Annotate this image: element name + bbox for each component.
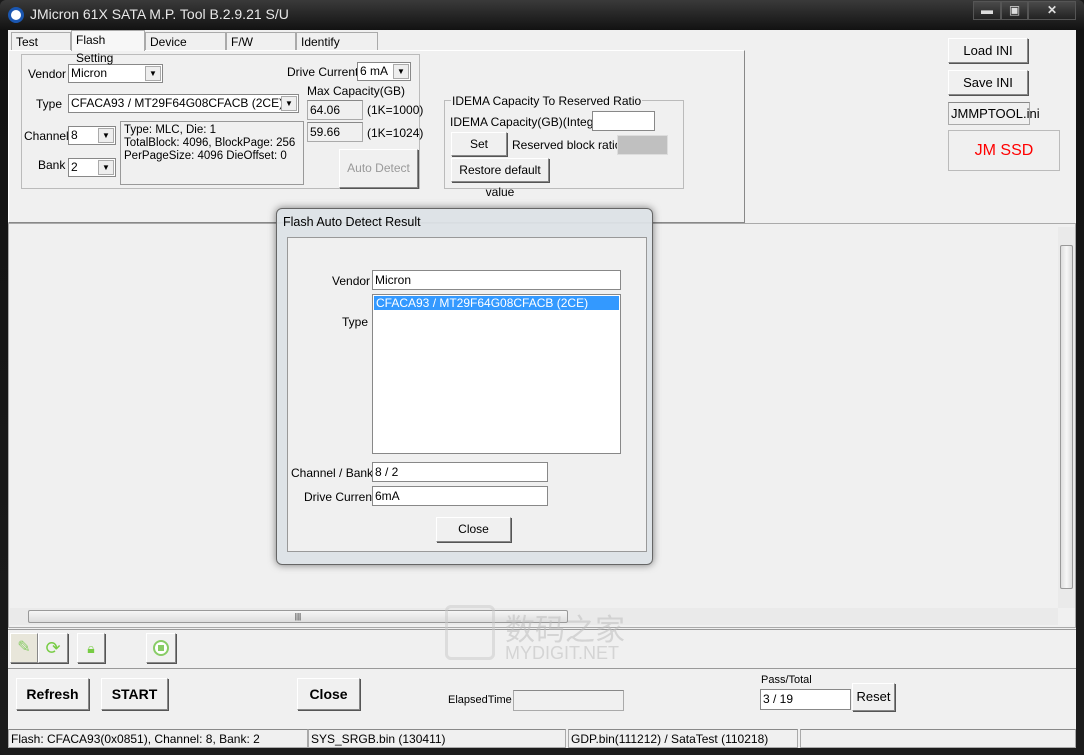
auto-detect-button[interactable]: Auto Detect	[339, 149, 418, 188]
type-list-item[interactable]: CFACA93 / MT29F64G08CFACB (2CE)	[374, 296, 619, 310]
status-sys-bin: SYS_SRGB.bin (130411)	[308, 729, 566, 748]
info-line: TotalBlock: 4096, BlockPage: 256	[124, 137, 296, 149]
load-ini-button[interactable]: Load INI	[948, 38, 1028, 63]
channel-label: Channel	[24, 129, 69, 143]
save-ini-button[interactable]: Save INI	[948, 70, 1028, 95]
close-button[interactable]: Close	[297, 678, 360, 710]
bank-select[interactable]: 2 ▼	[68, 158, 116, 177]
window-title: JMicron 61X SATA M.P. Tool B.2.9.21 S/U	[30, 6, 289, 22]
idema-capacity-input[interactable]	[592, 111, 655, 131]
info-line: PerPageSize: 4096 DieOffset: 0	[124, 150, 287, 162]
bank-value: 2	[71, 160, 78, 174]
auto-detect-dialog: Flash Auto Detect Result Vendor Micron T…	[276, 208, 653, 565]
chevron-down-icon: ▼	[98, 128, 114, 143]
restore-default-button[interactable]: Restore default value	[451, 158, 549, 199]
dialog-type-list[interactable]: CFACA93 / MT29F64G08CFACB (2CE)	[372, 294, 621, 454]
status-flash: Flash: CFACA93(0x0851), Channel: 8, Bank…	[8, 729, 308, 748]
minimize-button[interactable]: ▬	[973, 1, 1001, 20]
tab-flash-setting[interactable]: Flash Setting	[71, 30, 145, 65]
dialog-type-label: Type	[342, 315, 369, 329]
app-icon	[8, 7, 24, 23]
vendor-value: Micron	[71, 66, 108, 80]
tab-device-setting[interactable]: Device Setting	[145, 32, 226, 67]
status-gdp-bin: GDP.bin(111212) / SataTest (110218)	[568, 729, 798, 748]
reserved-ratio-label: Reserved block ratio	[512, 138, 622, 152]
type-select[interactable]: CFACA93 / MT29F64G08CFACB (2CE) ▼	[68, 94, 299, 113]
chevron-down-icon: ▼	[393, 64, 409, 79]
type-label: Type	[36, 97, 63, 111]
tab-fw-setting[interactable]: F/W Setting	[226, 32, 296, 67]
chevron-down-icon: ▼	[145, 66, 161, 81]
channel-select[interactable]: 8 ▼	[68, 126, 116, 145]
chevron-down-icon: ▼	[98, 160, 114, 175]
dialog-close-button[interactable]: Close	[436, 517, 511, 542]
vertical-scroll-thumb[interactable]	[1060, 245, 1073, 589]
reset-button[interactable]: Reset	[852, 683, 895, 711]
dialog-title: Flash Auto Detect Result	[283, 215, 421, 229]
ini-file-field: JMMPTOOL.ini	[948, 102, 1040, 125]
tab-test-items[interactable]: Test Items	[11, 32, 71, 67]
reserved-ratio-field	[617, 135, 668, 155]
pin-icon[interactable]: ✎	[10, 633, 38, 663]
elapsed-time-label: ElapsedTime	[448, 694, 512, 706]
refresh-icon[interactable]: ⟳	[38, 633, 68, 663]
bank-label: Bank	[38, 158, 66, 172]
idema-capacity-label: IDEMA Capacity(GB)(Integer)	[450, 115, 609, 129]
maximize-button[interactable]: ▣	[1001, 1, 1028, 20]
stop-icon[interactable]	[146, 633, 176, 663]
capacity-1024-unit: (1K=1024)	[367, 126, 424, 140]
status-empty	[800, 729, 1076, 748]
elapsed-time-field	[513, 690, 624, 711]
tab-identify-setting[interactable]: Identify Setting	[296, 32, 378, 67]
capacity-1024-field: 59.66	[307, 122, 363, 142]
idema-group-title: IDEMA Capacity To Reserved Ratio	[451, 94, 643, 108]
pass-total-label: Pass/Total	[761, 674, 812, 686]
brand-label: JM SSD	[948, 130, 1060, 171]
capacity-1000-unit: (1K=1000)	[367, 103, 424, 117]
close-window-button[interactable]: ✕	[1028, 1, 1076, 20]
flash-info-box: Type: MLC, Die: 1 TotalBlock: 4096, Bloc…	[120, 121, 304, 185]
dialog-drive-field: 6mA	[372, 486, 548, 506]
dialog-chbank-label: Channel / Bank	[291, 466, 374, 480]
set-button[interactable]: Set	[451, 132, 507, 156]
max-capacity-label: Max Capacity(GB)	[307, 84, 406, 98]
lock-icon[interactable]: 🔒︎	[77, 633, 105, 663]
dialog-vendor-field: Micron	[372, 270, 621, 290]
drive-current-select[interactable]: 6 mA ▼	[357, 62, 411, 81]
capacity-1000-field: 64.06	[307, 100, 363, 120]
dialog-drive-label: Drive Current	[304, 490, 376, 504]
start-button[interactable]: START	[101, 678, 168, 710]
watermark-en: MYDIGIT.NET	[505, 643, 620, 663]
drive-current-value: 6 mA	[360, 64, 389, 78]
drive-current-label: Drive Current	[287, 65, 359, 79]
dialog-chbank-field: 8 / 2	[372, 462, 548, 482]
chevron-down-icon: ▼	[281, 96, 297, 111]
vertical-scrollbar[interactable]	[1058, 227, 1075, 608]
dialog-vendor-label: Vendor	[332, 274, 371, 288]
vendor-label: Vendor	[28, 67, 67, 81]
type-value: CFACA93 / MT29F64G08CFACB (2CE)	[71, 96, 284, 110]
info-line: Type: MLC, Die: 1	[124, 124, 217, 136]
refresh-button[interactable]: Refresh	[16, 678, 89, 710]
divider	[8, 668, 1076, 669]
watermark-logo	[445, 605, 495, 660]
channel-value: 8	[71, 128, 78, 142]
pass-total-field: 3 / 19	[760, 689, 851, 710]
